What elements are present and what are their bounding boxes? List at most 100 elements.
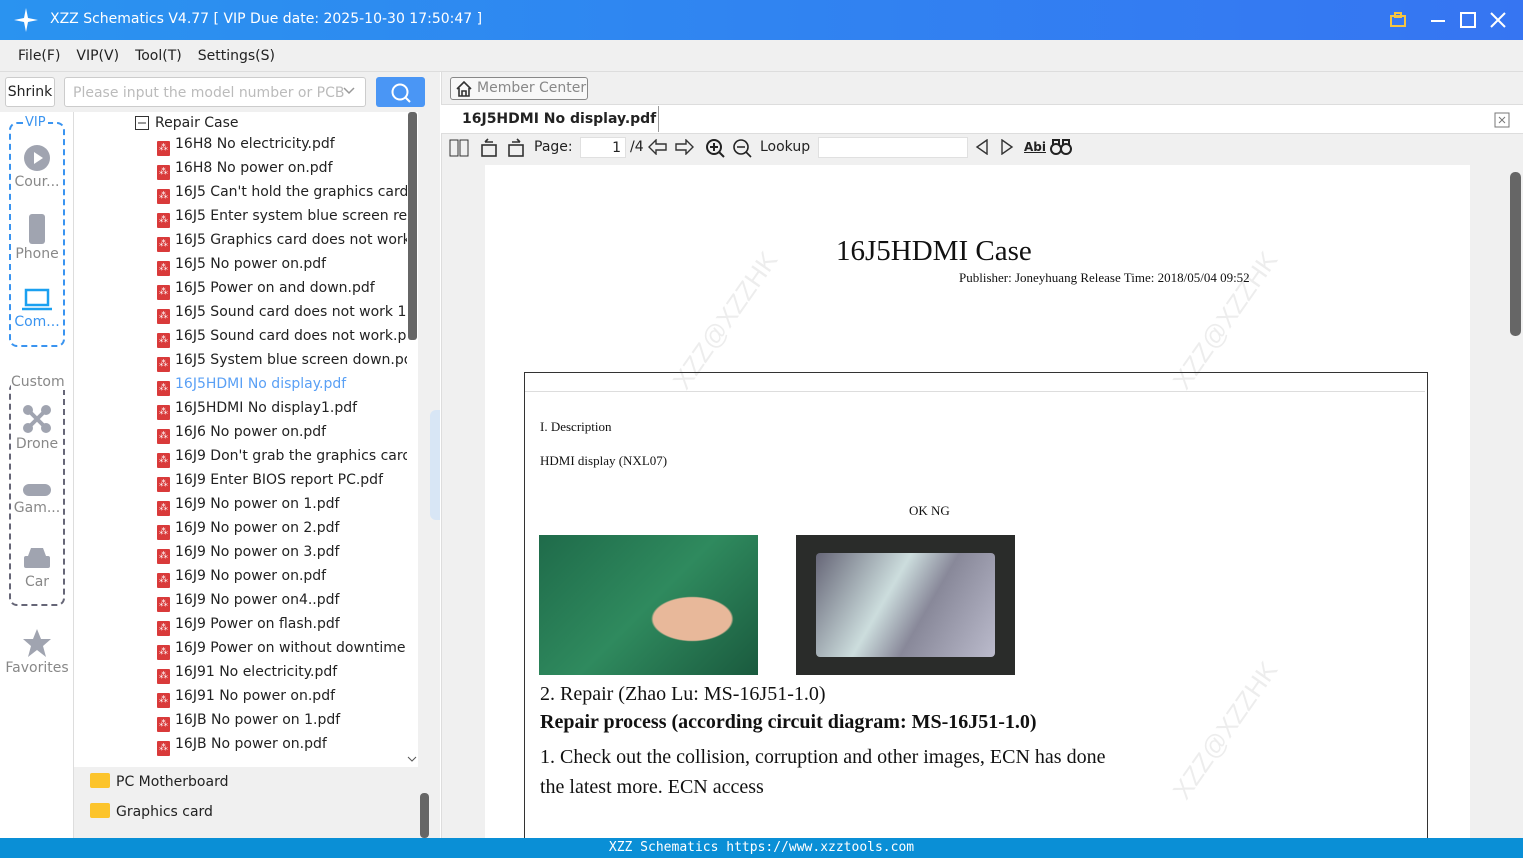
binoculars-icon[interactable]	[1050, 138, 1072, 156]
folder-pc-motherboard[interactable]: PC Motherboard	[90, 773, 228, 790]
rail-item-game[interactable]: Gam...	[0, 482, 74, 516]
briefcase-icon[interactable]	[1389, 12, 1407, 28]
tree-file-item[interactable]: ⁂ 16J5 Power on and down.pdf	[157, 280, 407, 304]
tree-file-item[interactable]: ⁂ 16H8 No power on.pdf	[157, 160, 407, 184]
tab-document[interactable]: 16J5HDMI No display.pdf	[462, 111, 656, 127]
tree-file-item[interactable]: ⁂ 16H8 No electricity.pdf	[157, 136, 407, 160]
tab-divider	[658, 106, 659, 132]
file-name: 16J6 No power on.pdf	[175, 424, 327, 440]
two-page-icon[interactable]	[449, 139, 469, 157]
file-name: 16JB No power on.pdf	[175, 736, 327, 752]
tree-file-item[interactable]: ⁂ 16J5 No power on.pdf	[157, 256, 407, 280]
menu-file[interactable]: File(F)	[18, 48, 60, 64]
tree-file-item[interactable]: ⁂ 16J5 Enter system blue screen restart.p…	[157, 208, 407, 232]
zoom-in-icon[interactable]	[705, 138, 725, 158]
tree-file-item[interactable]: ⁂ 16J9 Power on flash.pdf	[157, 616, 407, 640]
tree-root[interactable]: Repair Case	[155, 115, 239, 131]
lookup-input[interactable]	[818, 137, 968, 158]
gamepad-icon	[23, 484, 51, 496]
file-name: 16J5 Can't hold the graphics card.pdf	[175, 184, 407, 200]
minimize-icon[interactable]	[1430, 12, 1446, 28]
rotate-right-icon[interactable]	[506, 138, 526, 158]
collapse-icon[interactable]	[135, 116, 149, 130]
pdf-file-icon: ⁂	[157, 261, 170, 276]
file-name: 16J9 No power on4..pdf	[175, 592, 340, 608]
scroll-down-icon[interactable]	[407, 756, 417, 762]
tree-file-item[interactable]: ⁂ 16J9 Don't grab the graphics card.pdf	[157, 448, 407, 472]
tree-file-item[interactable]: ⁂ 16J9 Enter BIOS report PC.pdf	[157, 472, 407, 496]
menu-settings[interactable]: Settings(S)	[198, 48, 275, 64]
file-name: 16J9 No power on 3.pdf	[175, 544, 340, 560]
tree-scrollbar[interactable]	[408, 112, 417, 340]
folder-graphics-card[interactable]: Graphics card	[90, 803, 213, 820]
menu-vip[interactable]: VIP(V)	[76, 48, 119, 64]
folder-icon	[90, 773, 110, 788]
rail-item-favorites[interactable]: Favorites	[0, 628, 74, 676]
tree-file-item[interactable]: ⁂ 16J5HDMI No display1.pdf	[157, 400, 407, 424]
prev-page-icon[interactable]	[648, 139, 668, 155]
rail-item-computer[interactable]: Com...	[0, 288, 74, 330]
search-icon	[391, 83, 411, 103]
file-name: 16J9 No power on.pdf	[175, 568, 327, 584]
tree-file-item[interactable]: ⁂ 16J9 No power on 2.pdf	[157, 520, 407, 544]
folder-icon	[90, 803, 110, 818]
status-bar: XZZ Schematics https://www.xzztools.com	[0, 838, 1523, 858]
tree-file-item[interactable]: ⁂ 16J5 System blue screen down.pdf	[157, 352, 407, 376]
shrink-button[interactable]: Shrink	[5, 77, 55, 107]
tree-file-item[interactable]: ⁂ 16J91 No electricity.pdf	[157, 664, 407, 688]
maximize-icon[interactable]	[1460, 12, 1476, 28]
tree-file-item[interactable]: ⁂ 16J6 No power on.pdf	[157, 424, 407, 448]
match-case-button[interactable]: Abi	[1024, 140, 1046, 154]
menu-tool[interactable]: Tool(T)	[135, 48, 182, 64]
hdmi-display-text: HDMI display (NXL07)	[540, 453, 668, 468]
tree-file-item[interactable]: ⁂ 16J5 Sound card does not work.pdf	[157, 328, 407, 352]
zoom-out-icon[interactable]	[732, 138, 752, 158]
pdf-file-icon: ⁂	[157, 741, 170, 756]
file-name: 16J91 No electricity.pdf	[175, 664, 338, 680]
viewer-scrollbar[interactable]	[1510, 172, 1521, 336]
find-prev-icon[interactable]	[975, 139, 989, 155]
file-name: 16J5HDMI No display.pdf	[175, 376, 347, 392]
tree-file-item[interactable]: ⁂ 16J9 No power on 1.pdf	[157, 496, 407, 520]
pdf-file-icon: ⁂	[157, 477, 170, 492]
file-name: 16J9 Power on flash.pdf	[175, 616, 340, 632]
tree-file-item[interactable]: ⁂ 16J91 No power on.pdf	[157, 688, 407, 712]
pdf-file-icon: ⁂	[157, 141, 170, 156]
page-input[interactable]: 1	[580, 137, 626, 158]
tree-file-item[interactable]: ⁂ 16J5 Sound card does not work 1.pdf	[157, 304, 407, 328]
tree-file-item[interactable]: ⁂ 16J5HDMI No display.pdf	[157, 376, 407, 400]
pdf-file-icon: ⁂	[157, 549, 170, 564]
tree-file-item[interactable]: ⁂ 16J5 Graphics card does not work.pdf	[157, 232, 407, 256]
next-page-icon[interactable]	[674, 139, 694, 155]
pdf-page: XZZ@XZZHK XZZ@XZZHK XZZ@XZZHK 16J5HDMI C…	[485, 165, 1470, 838]
rotate-left-icon[interactable]	[479, 138, 499, 158]
search-button[interactable]	[376, 77, 425, 107]
tree-file-item[interactable]: ⁂ 16J5 Can't hold the graphics card.pdf	[157, 184, 407, 208]
search-input[interactable]: Please input the model number or PCB	[64, 77, 366, 107]
rail-item-phone[interactable]: Phone	[0, 214, 74, 262]
member-center-button[interactable]: Member Center	[450, 77, 588, 100]
vip-label: VIP	[23, 115, 48, 130]
close-tab-icon[interactable]	[1494, 110, 1512, 128]
window-title: XZZ Schematics V4.77 [ VIP Due date: 202…	[50, 11, 483, 27]
find-next-icon[interactable]	[1000, 139, 1014, 155]
chevron-down-icon[interactable]	[343, 87, 355, 95]
tree-file-item[interactable]: ⁂ 16J9 No power on.pdf	[157, 568, 407, 592]
tree-file-item[interactable]: ⁂ 16J9 No power on 3.pdf	[157, 544, 407, 568]
tree-file-item[interactable]: ⁂ 16JB No power on.pdf	[157, 736, 407, 760]
tree-file-item[interactable]: ⁂ 16JB No power on 1.pdf	[157, 712, 407, 736]
splitter-handle[interactable]	[430, 410, 440, 520]
pdf-file-icon: ⁂	[157, 693, 170, 708]
folder-scrollbar[interactable]	[420, 793, 429, 838]
rail-item-car[interactable]: Car	[0, 546, 74, 590]
search-placeholder: Please input the model number or PCB	[73, 85, 345, 101]
play-icon	[24, 145, 50, 171]
file-name: 16H8 No electricity.pdf	[175, 136, 335, 152]
rail-item-course[interactable]: Cour...	[0, 144, 74, 190]
tree-file-item[interactable]: ⁂ 16J9 Power on without downtime.pdf	[157, 640, 407, 664]
close-icon[interactable]	[1490, 12, 1506, 28]
rail-item-drone[interactable]: Drone	[0, 404, 74, 452]
tree-file-item[interactable]: ⁂ 16J9 No power on4..pdf	[157, 592, 407, 616]
file-name: 16J9 No power on 1.pdf	[175, 496, 340, 512]
pdf-file-icon: ⁂	[157, 237, 170, 252]
